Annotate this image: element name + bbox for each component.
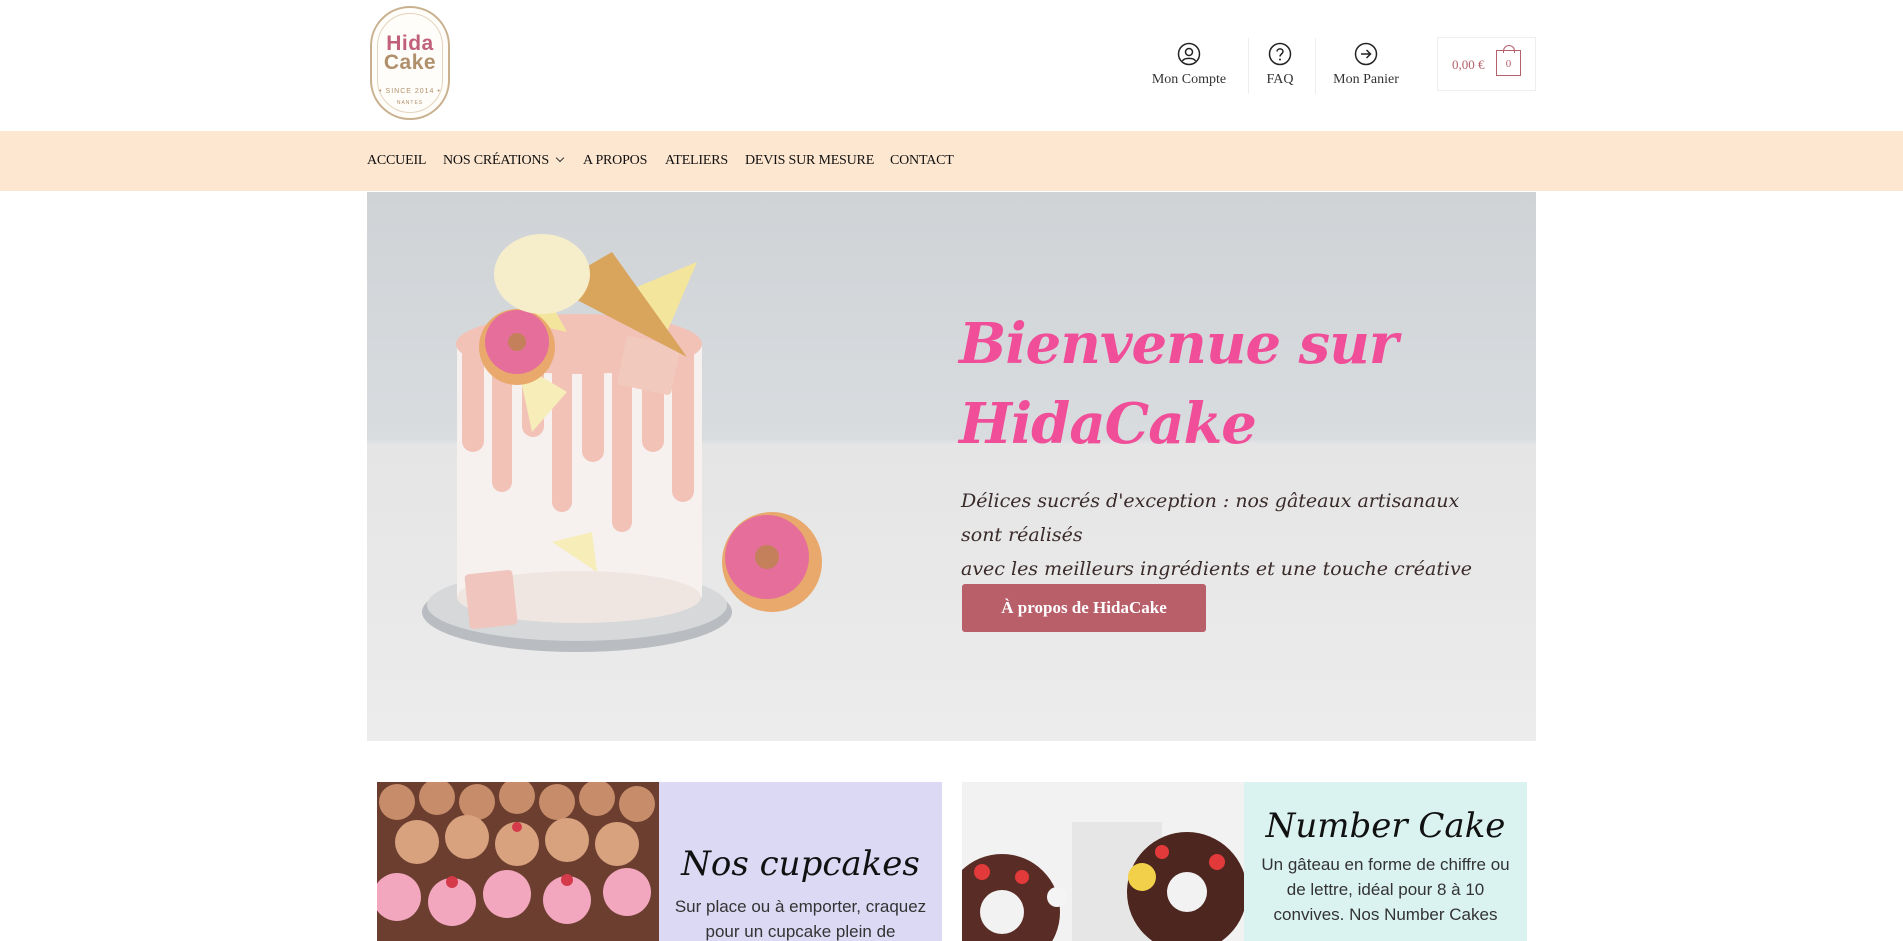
number-cake-card-body: Number Cake Un gâteau en forme de chiffr… [1244, 782, 1527, 941]
cupcakes-photo [377, 782, 659, 941]
main-navigation: ACCUEIL NOS CRÉATIONS A PROPOS ATELIERS … [0, 131, 1903, 191]
cupcakes-card[interactable]: Nos cupcakes Sur place ou à emporter, cr… [377, 782, 942, 941]
nav-item-accueil[interactable]: ACCUEIL [367, 153, 426, 169]
hero-title-line2: HidaCake [959, 391, 1257, 457]
cart-amount: 0,00 € [1452, 57, 1485, 72]
my-cart-label: Mon Panier [1333, 72, 1399, 87]
my-cart-link[interactable]: Mon Panier [1326, 42, 1406, 88]
header-separator [1248, 38, 1249, 94]
nav-item-ateliers[interactable]: ATELIERS [665, 153, 728, 169]
hero-title-line1: Bienvenue sur [959, 311, 1398, 377]
my-account-link[interactable]: Mon Compte [1145, 42, 1233, 88]
hero-title: Bienvenue sur HidaCake [959, 304, 1479, 464]
hero-description-line1: Délices sucrés d'exception : nos gâteaux… [961, 490, 1460, 546]
number-cake-photo [962, 782, 1244, 941]
user-circle-icon [1177, 42, 1201, 66]
hero-banner: Bienvenue sur HidaCake Délices sucrés d'… [367, 192, 1536, 741]
cart-widget[interactable]: 0,00 € 0 [1437, 37, 1536, 91]
cupcakes-image [377, 782, 659, 941]
number-cake-title: Number Cake [1265, 806, 1506, 846]
chevron-down-icon [555, 153, 565, 163]
number-cake-card[interactable]: Number Cake Un gâteau en forme de chiffr… [962, 782, 1527, 941]
number-cake-text: Un gâteau en forme de chiffre ou de lett… [1261, 855, 1510, 924]
hidacake-logo[interactable]: Hida Cake • SINCE 2014 • NANTES [370, 6, 450, 120]
nav-item-devis[interactable]: DEVIS SUR MESURE [745, 153, 874, 169]
logo-city: NANTES [396, 100, 424, 106]
logo-text-cake: Cake [383, 51, 437, 74]
question-circle-icon [1268, 42, 1292, 66]
nav-item-nos-creations[interactable]: NOS CRÉATIONS [443, 153, 565, 169]
cart-bag-icon: 0 [1496, 45, 1521, 76]
arrow-circle-icon [1354, 42, 1378, 66]
nav-item-a-propos[interactable]: A PROPOS [583, 153, 647, 169]
about-hidacake-button[interactable]: À propos de HidaCake [962, 584, 1206, 632]
hero-cake-image [422, 234, 822, 652]
cart-count: 0 [1505, 58, 1512, 70]
logo-since: • SINCE 2014 • [379, 88, 441, 95]
cupcakes-title: Nos cupcakes [681, 844, 920, 884]
nav-item-nos-creations-label: NOS CRÉATIONS [443, 153, 549, 168]
header-separator [1315, 38, 1316, 94]
faq-label: FAQ [1266, 72, 1294, 87]
nav-item-contact[interactable]: CONTACT [890, 153, 954, 169]
cupcakes-card-body: Nos cupcakes Sur place ou à emporter, cr… [659, 782, 942, 941]
number-cake-image [962, 782, 1244, 941]
my-account-label: Mon Compte [1151, 72, 1227, 87]
site-header: Hida Cake • SINCE 2014 • NANTES Mon Comp… [0, 0, 1903, 131]
faq-link[interactable]: FAQ [1258, 42, 1302, 88]
cupcakes-text: Sur place ou à emporter, craquez pour un… [674, 897, 927, 941]
